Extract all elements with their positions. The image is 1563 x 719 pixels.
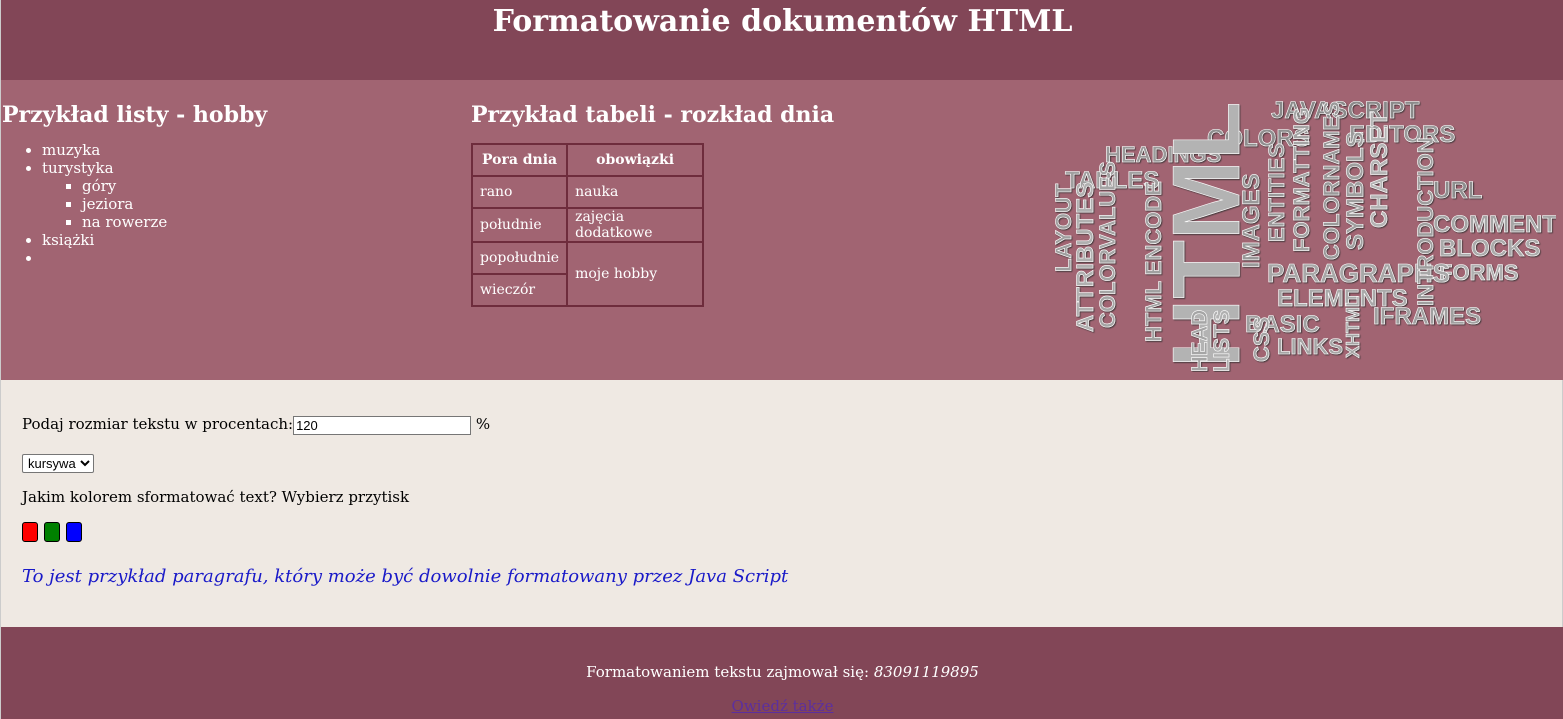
cloud-word: CHARSET (1366, 112, 1393, 228)
size-row: Podaj rozmiar tekstu w procentach: % (22, 415, 490, 435)
cloud-word: IMAGES (1238, 173, 1265, 268)
column-header: obowiązki (566, 143, 705, 177)
cloud-word: XHTML (1343, 296, 1363, 358)
column-header: Pora dnia (470, 143, 569, 177)
table-cell-merged: moje hobby (566, 241, 705, 307)
author-label: Formatowaniem tekstu zajmował się: (586, 663, 870, 681)
page-header: Formatowanie dokumentów HTML (1, 0, 1563, 80)
table-section: Przykład tabeli - rozkład dnia Pora dnia… (470, 102, 835, 307)
cloud-word: INTRODUCTION (1413, 137, 1438, 306)
sample-paragraph: To jest przykład paragrafu, który może b… (22, 566, 789, 587)
hobby-list: muzyka turystyka góry jeziora na rowerze… (2, 141, 442, 267)
cloud-word: CSS (1249, 317, 1274, 362)
hobby-sublist: góry jeziora na rowerze (42, 177, 442, 231)
sublist-item: na rowerze (82, 213, 442, 231)
table-cell: rano (470, 175, 569, 209)
schedule-table: Pora dnia obowiązki rano nauka południe … (470, 143, 705, 307)
cloud-word: HTML ENCODE (1141, 181, 1166, 342)
color-prompt: Jakim kolorem sformatować text? Wybierz … (22, 488, 410, 506)
style-row: kursywa (22, 454, 94, 473)
color-buttons (22, 522, 83, 545)
cloud-word: COMMENTS (1433, 211, 1556, 238)
cloud-word: ENTITIES (1264, 143, 1289, 242)
sublist-item: góry (82, 177, 442, 195)
red-color-button[interactable] (22, 522, 38, 542)
size-input[interactable] (293, 415, 472, 435)
font-style-select[interactable]: kursywa (22, 454, 94, 473)
html-word-cloud-image: JAVASCRIPT EDITORS COLORS HEADINGS TABLE… (1051, 97, 1556, 372)
content-band: Przykład listy - hobby muzyka turystyka … (1, 80, 1563, 380)
list-section: Przykład listy - hobby muzyka turystyka … (2, 102, 442, 267)
list-item-empty (42, 249, 442, 267)
cloud-word: URL (1433, 177, 1482, 204)
sublist-item: jeziora (82, 195, 442, 213)
size-label: Podaj rozmiar tekstu w procentach: (22, 415, 294, 433)
cloud-word: FORMATTING (1289, 107, 1314, 252)
visit-also-link[interactable]: Owiedź także (732, 697, 834, 715)
author-id: 83091119895 (873, 663, 979, 681)
table-heading: Przykład tabeli - rozkład dnia (471, 102, 835, 128)
table-header-row: Pora dnia obowiązki (470, 143, 705, 177)
page-title: Formatowanie dokumentów HTML (492, 4, 1073, 39)
table-cell: nauka (566, 175, 705, 209)
table-row: rano nauka (470, 175, 705, 209)
percent-unit: % (475, 415, 491, 433)
table-cell: zajęcia dodatkowe (566, 207, 705, 243)
cloud-word: FORMS (1439, 260, 1518, 285)
table-row: południe zajęcia dodatkowe (470, 207, 705, 243)
table-cell: popołudnie (470, 241, 569, 275)
table-cell: południe (470, 207, 569, 243)
table-row: popołudnie moje hobby (470, 241, 705, 307)
list-item: książki (42, 231, 442, 249)
link-line: Owiedź także (1, 697, 1563, 715)
cloud-word: SYMBOLS (1342, 131, 1369, 250)
list-item: turystyka góry jeziora na rowerze (42, 159, 442, 231)
author-line: Formatowaniem tekstu zajmował się: 83091… (1, 663, 1563, 681)
list-item: muzyka (42, 141, 442, 159)
blue-color-button[interactable] (65, 522, 82, 542)
cloud-word: COLORVALUES (1095, 161, 1120, 328)
green-color-button[interactable] (43, 522, 60, 542)
cloud-word: LISTS (1209, 310, 1234, 372)
cloud-word: LINKS (1277, 334, 1343, 359)
table-cell: wieczór (470, 273, 569, 307)
cloud-word: BLOCKS (1439, 235, 1540, 262)
page-footer: Formatowaniem tekstu zajmował się: 83091… (1, 627, 1563, 719)
cloud-word: COLORNAMES (1319, 101, 1344, 260)
list-heading: Przykład listy - hobby (2, 102, 268, 128)
